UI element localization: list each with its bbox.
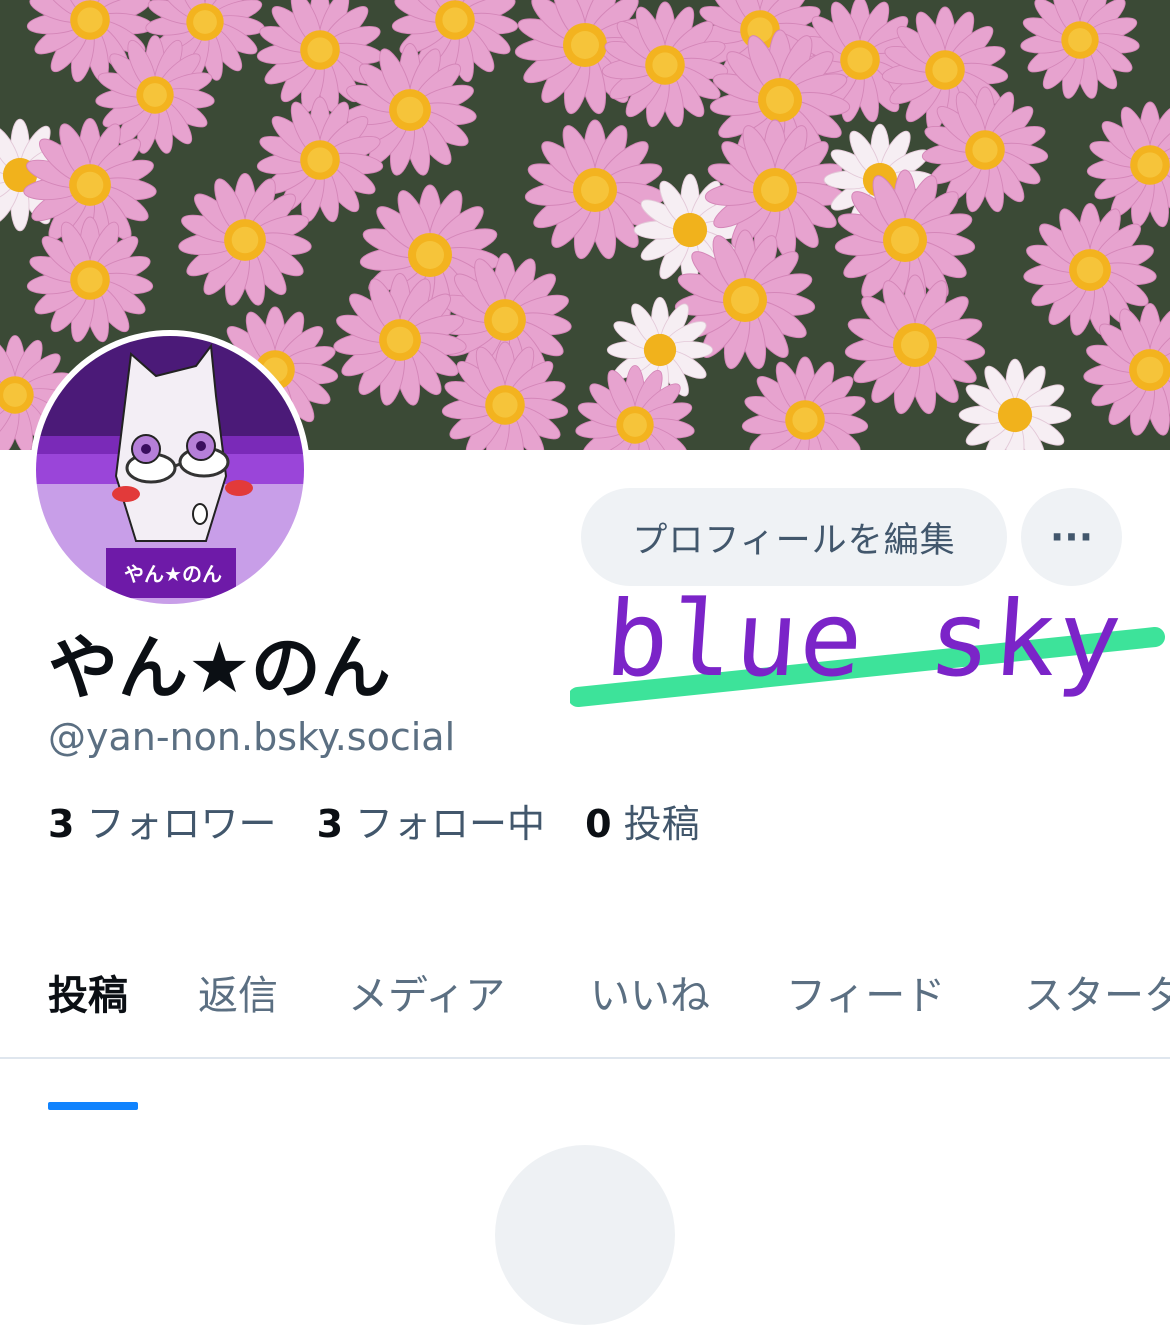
tab-media[interactable]: メディア [348,963,505,1021]
tab-feeds[interactable]: フィード [786,963,945,1021]
edit-profile-label: プロフィールを編集 [632,520,956,561]
posts-stat: 0 投稿 [585,802,699,846]
profile-tabs: 投稿 返信 メディア いいね フィード スターター [0,945,1170,1059]
followers-count: 3 [48,802,75,846]
tab-replies[interactable]: 返信 [198,963,278,1021]
followers-stat[interactable]: 3 フォロワー [48,802,276,846]
posts-label: 投稿 [623,802,700,846]
handwritten-blue-sky-text: blue sky [601,578,1128,700]
avatar-image: やん★のん [36,336,304,604]
following-stat[interactable]: 3 フォロー中 [317,802,545,846]
avatar[interactable]: やん★のん [30,330,310,610]
loading-placeholder [495,1145,675,1325]
tab-likes[interactable]: いいね [590,963,710,1021]
edit-profile-button[interactable]: プロフィールを編集 [581,488,1007,586]
display-name: やん★のん [48,627,391,709]
tab-starter-packs[interactable]: スターター [1024,963,1170,1021]
tab-posts[interactable]: 投稿 [48,963,128,1021]
posts-count: 0 [585,802,612,846]
user-handle: @yan-non.bsky.social [48,715,456,759]
profile-stats: 3 フォロワー 3 フォロー中 0 投稿 [48,793,728,848]
more-options-button[interactable]: ··· [1021,488,1122,586]
active-tab-indicator [48,1102,138,1110]
following-label: フォロー中 [355,802,546,846]
following-count: 3 [316,802,344,846]
ellipsis-icon: ··· [1049,515,1094,559]
avatar-shirt-text: やん★のん [124,562,222,586]
followers-label: フォロワー [86,802,277,846]
